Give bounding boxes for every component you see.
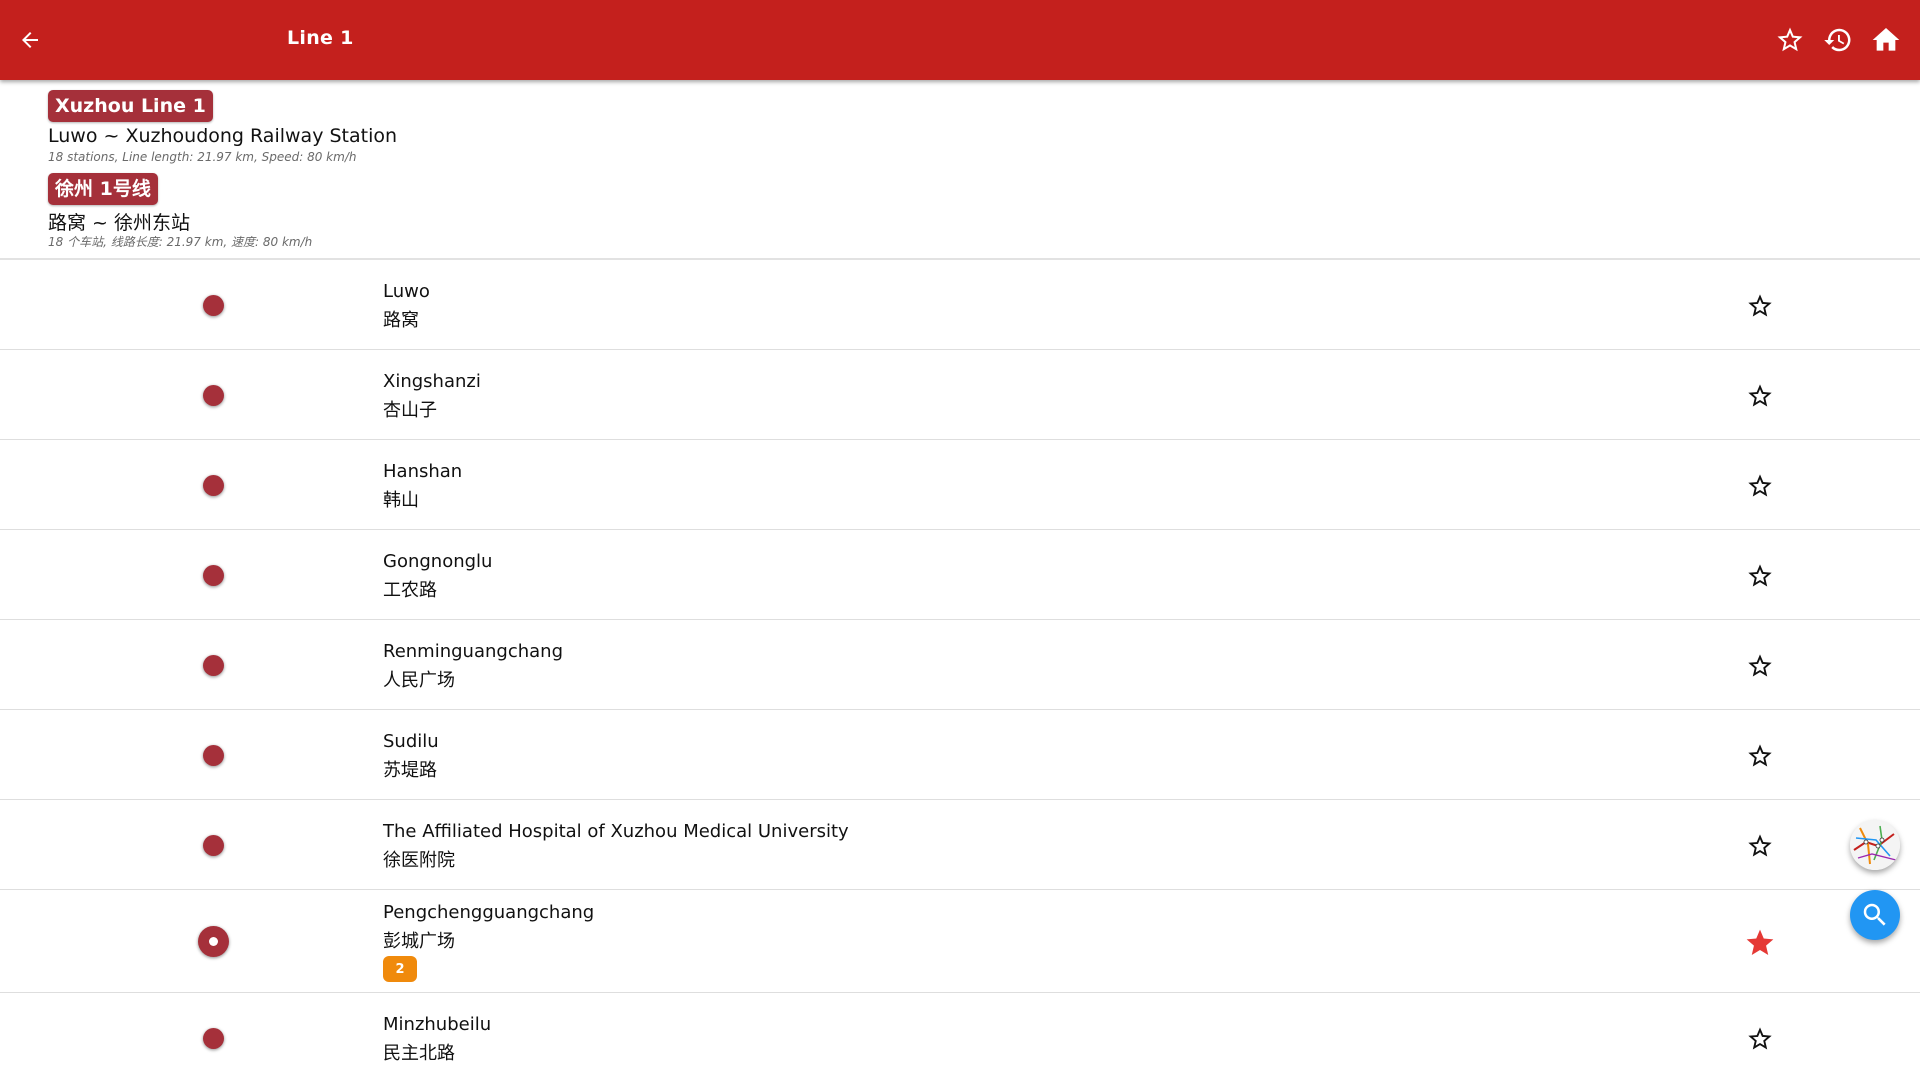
station-name-en: Hanshan <box>383 461 463 482</box>
station-name-zh: 苏堤路 <box>383 760 437 781</box>
station-name-zh: 工农路 <box>383 580 437 601</box>
station-row-minzhubeilu[interactable]: Minzhubeilu 民主北路 <box>0 993 1920 1080</box>
star-filled-icon <box>1746 929 1774 955</box>
station-dot <box>203 475 224 496</box>
search-icon <box>1863 903 1886 926</box>
line-badge-zh: 徐州 1号线 <box>48 173 158 205</box>
line-info-header: Xuzhou Line 1 Luwo ~ Xuzhoudong Railway … <box>0 80 1920 260</box>
favorite-line-button[interactable] <box>1766 18 1814 62</box>
favorite-station-button[interactable] <box>1744 740 1776 772</box>
history-button[interactable] <box>1814 18 1862 62</box>
favorite-station-button[interactable] <box>1744 380 1776 412</box>
station-dot <box>203 745 224 766</box>
star-outline-icon <box>1748 744 1772 767</box>
station-row-hanshan[interactable]: Hanshan 韩山 <box>0 440 1920 530</box>
station-name-zh: 徐医附院 <box>383 850 455 871</box>
star-outline-icon <box>1748 654 1772 677</box>
station-list: Luwo 路窝 Xingshanzi 杏山子 Hanshan 韩山 Gongno… <box>0 260 1920 1080</box>
line-badge-en: Xuzhou Line 1 <box>48 90 213 122</box>
station-name-zh: 人民广场 <box>383 670 455 691</box>
station-row-renminguangchang[interactable]: Renminguangchang 人民广场 <box>0 620 1920 710</box>
station-dot <box>203 385 224 406</box>
star-outline-icon <box>1748 294 1772 317</box>
star-outline-icon <box>1748 1027 1772 1050</box>
station-row-sudilu[interactable]: Sudilu 苏堤路 <box>0 710 1920 800</box>
favorite-station-button[interactable] <box>1744 927 1776 959</box>
station-dot <box>203 565 224 586</box>
arrow-left-icon <box>22 32 38 48</box>
history-icon <box>1824 28 1851 52</box>
station-name-en: Xingshanzi <box>383 371 481 392</box>
line-route-zh: 路窝 ~ 徐州东站 <box>48 212 190 234</box>
line-meta-zh: 18 个车站, 线路长度: 21.97 km, 速度: 80 km/h <box>48 235 313 249</box>
station-name-en: The Affiliated Hospital of Xuzhou Medica… <box>383 821 849 842</box>
station-name-en: Gongnonglu <box>383 551 493 572</box>
station-name-zh: 民主北路 <box>383 1043 455 1064</box>
station-dot <box>203 1028 224 1049</box>
station-row-gongnonglu[interactable]: Gongnonglu 工农路 <box>0 530 1920 620</box>
station-name-zh: 彭城广场 <box>383 931 455 952</box>
line-route-en: Luwo ~ Xuzhoudong Railway Station <box>48 125 398 147</box>
line-meta-en: 18 stations, Line length: 21.97 km, Spee… <box>48 150 357 164</box>
station-name-en: Renminguangchang <box>383 641 563 662</box>
star-outline-icon <box>1777 27 1803 52</box>
star-outline-icon <box>1748 474 1772 497</box>
station-name-en: Sudilu <box>383 731 439 752</box>
metro-map-button[interactable] <box>1850 820 1900 870</box>
current-station-dot <box>198 926 229 957</box>
station-dot <box>203 655 224 676</box>
station-name-en: Pengchengguangchang <box>383 902 595 923</box>
station-name-zh: 路窝 <box>383 310 419 331</box>
star-outline-icon <box>1748 834 1772 857</box>
back-button[interactable] <box>10 20 50 60</box>
favorite-station-button[interactable] <box>1744 470 1776 502</box>
station-dot <box>203 295 224 316</box>
favorite-station-button[interactable] <box>1744 1023 1776 1055</box>
search-button[interactable] <box>1850 890 1900 940</box>
station-name-zh: 杏山子 <box>383 400 437 421</box>
favorite-station-button[interactable] <box>1744 290 1776 322</box>
favorite-station-button[interactable] <box>1744 830 1776 862</box>
page-title: Line 1 <box>287 27 354 49</box>
station-row-luwo[interactable]: Luwo 路窝 <box>0 260 1920 350</box>
station-row-xuyifuyuan[interactable]: The Affiliated Hospital of Xuzhou Medica… <box>0 800 1920 890</box>
map-icon <box>1850 820 1900 870</box>
station-name-en: Luwo <box>383 281 430 302</box>
station-row-pengchengguangchang[interactable]: Pengchengguangchang 彭城广场 2 <box>0 890 1920 993</box>
star-outline-icon <box>1748 564 1772 587</box>
favorite-station-button[interactable] <box>1744 560 1776 592</box>
station-row-xingshanzi[interactable]: Xingshanzi 杏山子 <box>0 350 1920 440</box>
station-name-en: Minzhubeilu <box>383 1014 492 1035</box>
appbar-actions <box>1766 18 1910 62</box>
favorite-station-button[interactable] <box>1744 650 1776 682</box>
home-button[interactable] <box>1862 18 1910 62</box>
app-bar: Line 1 <box>0 0 1920 80</box>
home-icon <box>1872 28 1900 51</box>
station-name-zh: 韩山 <box>383 490 419 511</box>
transfer-line-badge[interactable]: 2 <box>383 956 417 982</box>
station-dot <box>203 835 224 856</box>
star-outline-icon <box>1748 384 1772 407</box>
